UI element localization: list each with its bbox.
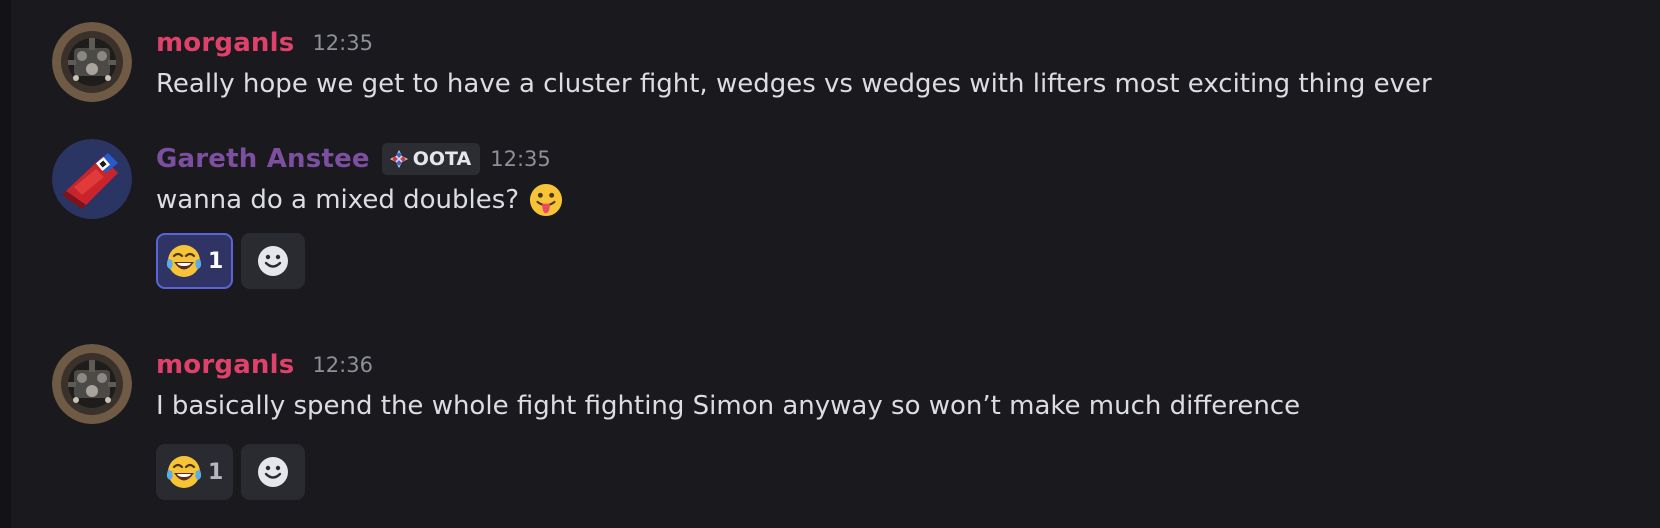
tongue-out-emoji <box>530 183 563 217</box>
message: morganls 12:36 I basically spend the who… <box>52 344 1632 504</box>
add-reaction-button[interactable] <box>241 444 306 500</box>
reactions-bar: 1 <box>156 444 306 500</box>
oota-tag-icon <box>389 150 408 168</box>
message-text: I basically spend the whole fight fighti… <box>156 391 1301 421</box>
timestamp[interactable]: 12:36 <box>312 353 373 377</box>
username[interactable]: morganls <box>156 28 294 58</box>
message-content: I basically spend the whole fight fighti… <box>156 388 1300 424</box>
reactions-bar: 1 <box>156 233 306 289</box>
guild-tag[interactable]: OOTA <box>381 143 481 175</box>
reaction-button[interactable]: 1 <box>156 233 234 289</box>
message: Gareth Anstee OOTA 12:35 wanna do a mixe… <box>52 138 1632 298</box>
reaction-button[interactable]: 1 <box>156 444 234 500</box>
left-rail <box>0 0 11 528</box>
message-content: wanna do a mixed doubles? <box>156 182 563 218</box>
message-text: wanna do a mixed doubles? <box>156 185 520 215</box>
message-content: Really hope we get to have a cluster fig… <box>156 66 1432 102</box>
robot-avatar-icon[interactable] <box>52 22 132 102</box>
message-header: Gareth Anstee OOTA 12:35 <box>156 141 551 177</box>
reaction-count: 1 <box>208 248 224 274</box>
tears-of-joy-emoji <box>166 245 202 277</box>
message-header: morganls 12:35 <box>156 25 373 61</box>
chat-message-list: morganls 12:35 Really hope we get to hav… <box>0 0 1660 528</box>
message: morganls 12:35 Really hope we get to hav… <box>52 22 1632 114</box>
tears-of-joy-emoji <box>166 456 202 488</box>
robot-avatar-icon[interactable] <box>52 344 132 424</box>
reaction-count: 1 <box>208 459 224 485</box>
message-header: morganls 12:36 <box>156 347 373 383</box>
add-reaction-button[interactable] <box>241 233 306 289</box>
message-text: Really hope we get to have a cluster fig… <box>156 69 1432 99</box>
smiley-add-reaction-icon <box>258 246 289 276</box>
username[interactable]: morganls <box>156 350 294 380</box>
red-robot-avatar-icon[interactable] <box>52 139 132 219</box>
username[interactable]: Gareth Anstee <box>156 144 370 174</box>
smiley-add-reaction-icon <box>258 457 289 487</box>
timestamp[interactable]: 12:35 <box>490 147 551 171</box>
timestamp[interactable]: 12:35 <box>312 31 373 55</box>
tag-label: OOTA <box>412 148 472 170</box>
